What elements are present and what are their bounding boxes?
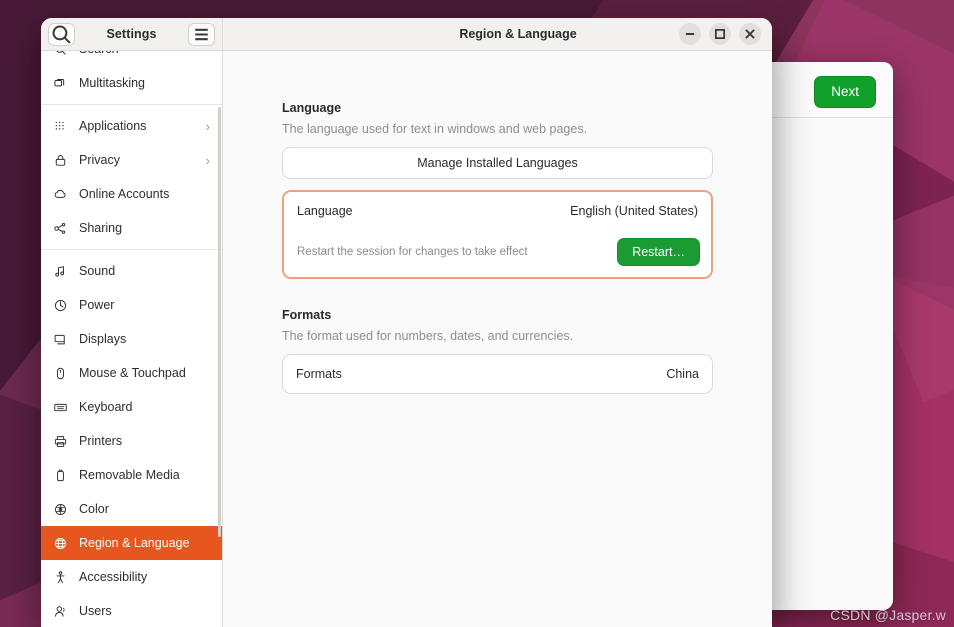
manage-installed-languages-button[interactable]: Manage Installed Languages <box>282 147 713 179</box>
sidebar-item-applications[interactable]: Applications › <box>41 109 222 143</box>
sidebar-item-users[interactable]: Users <box>41 594 222 627</box>
close-icon <box>745 29 755 39</box>
sidebar-item-label: Printers <box>79 434 123 448</box>
maximize-icon <box>714 28 726 40</box>
hamburger-menu-button[interactable] <box>188 22 215 46</box>
watermark: CSDN @Jasper.w <box>830 607 946 623</box>
content-area: Language The language used for text in w… <box>223 51 772 627</box>
chevron-right-icon: › <box>205 118 210 134</box>
sidebar-item-power[interactable]: Power <box>41 288 222 322</box>
sidebar-item-label: Power <box>79 298 115 312</box>
sidebar-item-label: Online Accounts <box>79 187 170 201</box>
desktop: Next Settings Region & Language Multitas… <box>0 0 954 627</box>
mouse-icon <box>53 366 68 381</box>
users-icon <box>53 604 68 619</box>
power-icon <box>53 298 68 313</box>
sharing-icon <box>53 221 68 236</box>
printer-icon <box>53 434 68 449</box>
sidebar-item-multitasking[interactable]: Multitasking <box>41 66 222 100</box>
sidebar-item-online-accounts[interactable]: Online Accounts <box>41 177 222 211</box>
minimize-button[interactable] <box>679 23 701 45</box>
globe-icon <box>53 536 68 551</box>
next-button[interactable]: Next <box>814 76 876 109</box>
search-button[interactable] <box>48 22 75 46</box>
formats-row-label: Formats <box>296 367 342 381</box>
sidebar-item-label: Privacy <box>79 153 120 167</box>
displays-icon <box>53 332 68 347</box>
minimize-icon <box>685 33 695 35</box>
applications-icon <box>53 119 68 134</box>
sidebar-item-removable-media[interactable]: Removable Media <box>41 458 222 492</box>
restart-note: Restart the session for changes to take … <box>297 246 528 258</box>
privacy-lock-icon <box>53 153 68 168</box>
formats-section-subtitle: The format used for numbers, dates, and … <box>282 329 574 343</box>
sidebar-item-printers[interactable]: Printers <box>41 424 222 458</box>
sidebar-separator <box>41 249 222 250</box>
accessibility-icon <box>53 570 68 585</box>
sidebar-item-label: Region & Language <box>79 536 190 550</box>
sidebar-item-label: Multitasking <box>79 76 145 90</box>
sidebar-item-label: Color <box>79 502 109 516</box>
restart-button[interactable]: Restart… <box>617 238 700 266</box>
language-row[interactable]: Language English (United States) <box>284 192 711 230</box>
sidebar-item-keyboard[interactable]: Keyboard <box>41 390 222 424</box>
sidebar-item-label: Keyboard <box>79 400 133 414</box>
removable-media-icon <box>53 468 68 483</box>
sidebar-item-label: Accessibility <box>79 570 148 584</box>
sidebar-separator <box>41 104 222 105</box>
sidebar-item-sound[interactable]: Sound <box>41 254 222 288</box>
formats-section: Formats The format used for numbers, dat… <box>282 308 713 394</box>
titlebar-sidebar-section: Settings <box>41 18 223 50</box>
sidebar-scrollbar[interactable] <box>218 107 221 537</box>
language-card: Language English (United States) Restart… <box>282 190 713 279</box>
window-controls <box>679 23 761 45</box>
sidebar-item-label: Mouse & Touchpad <box>79 366 186 380</box>
sidebar-item-accessibility[interactable]: Accessibility <box>41 560 222 594</box>
sidebar-item-label: Users <box>79 604 112 618</box>
sidebar-item-label: Sharing <box>79 221 123 235</box>
maximize-button[interactable] <box>709 23 731 45</box>
titlebar[interactable]: Settings Region & Language <box>41 18 772 51</box>
cloud-icon <box>53 187 68 202</box>
sidebar-item-label: Applications <box>79 119 147 133</box>
sidebar-item-label: Sound <box>79 264 116 278</box>
formats-card: Formats China <box>282 354 713 394</box>
keyboard-icon <box>53 400 68 415</box>
language-row-value: English (United States) <box>570 204 698 218</box>
formats-row[interactable]: Formats China <box>283 355 712 393</box>
sidebar-item-label: Displays <box>79 332 127 346</box>
settings-window[interactable]: Settings Region & Language Multitasking … <box>41 18 772 627</box>
sidebar-item-region-and-language[interactable]: Region & Language <box>41 526 222 560</box>
sidebar-item-label: Removable Media <box>79 468 180 482</box>
sidebar-item-mouse-and-touchpad[interactable]: Mouse & Touchpad <box>41 356 222 390</box>
color-icon <box>53 502 68 517</box>
sidebar-item-sharing[interactable]: Sharing <box>41 211 222 245</box>
titlebar-content-section: Region & Language <box>223 18 772 50</box>
restart-row: Restart the session for changes to take … <box>284 230 711 277</box>
search-icon <box>52 25 71 44</box>
sidebar-item-privacy[interactable]: Privacy › <box>41 143 222 177</box>
search-icon <box>53 51 68 57</box>
close-button[interactable] <box>739 23 761 45</box>
sidebar-item-label: Search <box>79 51 210 56</box>
sidebar-item-color[interactable]: Color <box>41 492 222 526</box>
formats-section-title: Formats <box>282 308 332 322</box>
chevron-right-icon: › <box>205 152 210 168</box>
language-row-label: Language <box>297 204 353 218</box>
sound-note-icon <box>53 264 68 279</box>
app-title: Settings <box>106 27 157 41</box>
multitasking-icon <box>53 76 68 91</box>
sidebar-list: Search Multitasking Applications › Privacy › O… <box>41 51 222 627</box>
sidebar-item-displays[interactable]: Displays <box>41 322 222 356</box>
language-section: Language The language used for text in w… <box>282 101 713 279</box>
language-section-subtitle: The language used for text in windows an… <box>282 122 588 136</box>
language-section-title: Language <box>282 101 342 115</box>
formats-row-value: China <box>666 367 699 381</box>
sidebar[interactable]: Search Multitasking Applications › Privacy › O… <box>41 51 223 627</box>
sidebar-item-search[interactable]: Search <box>41 51 222 66</box>
hamburger-menu-icon <box>195 28 208 40</box>
window-body: Search Multitasking Applications › Privacy › O… <box>41 51 772 627</box>
